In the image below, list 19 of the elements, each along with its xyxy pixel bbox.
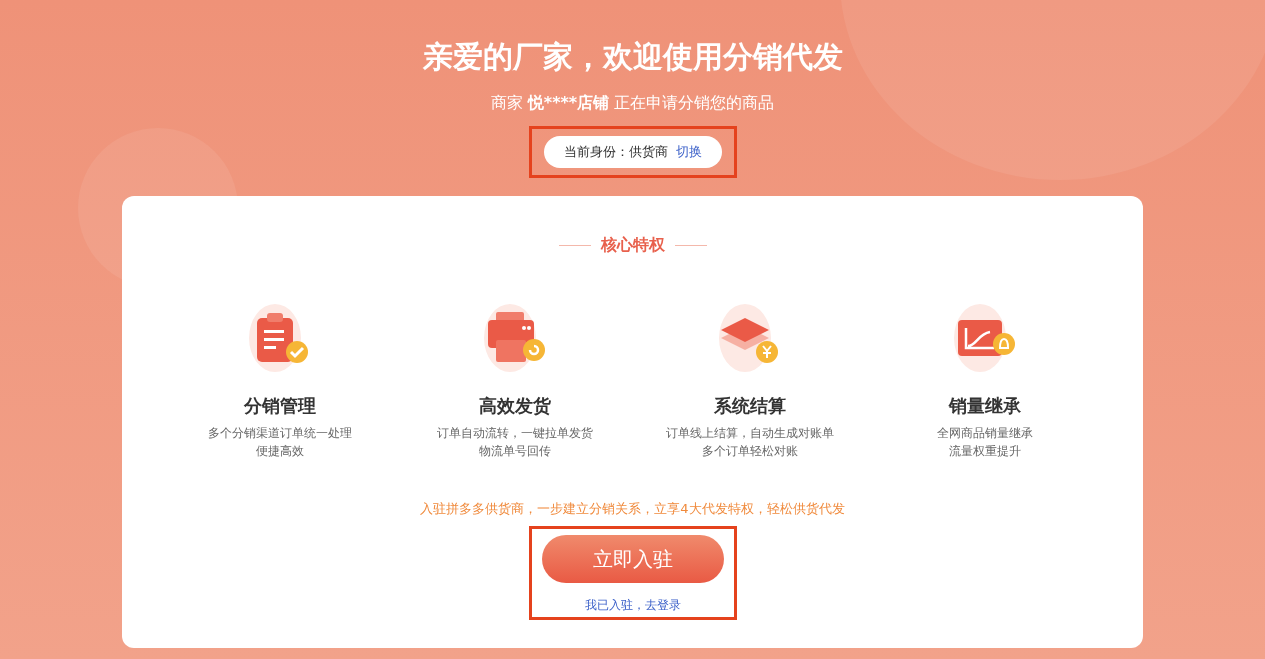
identity-label: 当前身份：供货商 xyxy=(563,143,668,161)
page-title: 亲爱的厂家，欢迎使用分销代发 xyxy=(422,38,843,76)
feature-description: 多个订单轻松对账 xyxy=(702,443,798,460)
feature-title: 系统结算 xyxy=(714,394,786,418)
login-link[interactable]: 我已入驻，去登录 xyxy=(584,597,681,614)
feature-description: 多个分销渠道订单统一处理 xyxy=(208,425,352,442)
feature-description: 全网商品销量继承 xyxy=(937,425,1033,442)
feature-description: 订单自动流转，一键拉单发货 xyxy=(437,425,593,442)
feature-title: 高效发货 xyxy=(479,394,551,418)
feature-description: 订单线上结算，自动生成对账单 xyxy=(666,425,834,442)
section-heading: 核心特权 xyxy=(600,234,665,256)
promo-text: 入驻拼多多供货商，一步建立分销关系，立享4大代发特权，轻松供货代发 xyxy=(420,500,845,518)
feature-title: 分销管理 xyxy=(244,394,316,418)
feature-description: 流量权重提升 xyxy=(949,443,1021,460)
feature-description: 物流单号回传 xyxy=(479,443,551,460)
feature-description: 便捷高效 xyxy=(256,443,304,460)
subtitle: 商家 悦****店铺 正在申请分销您的商品 xyxy=(490,92,775,114)
switch-link[interactable]: 切换 xyxy=(675,143,702,161)
feature-title: 销量继承 xyxy=(949,394,1021,418)
